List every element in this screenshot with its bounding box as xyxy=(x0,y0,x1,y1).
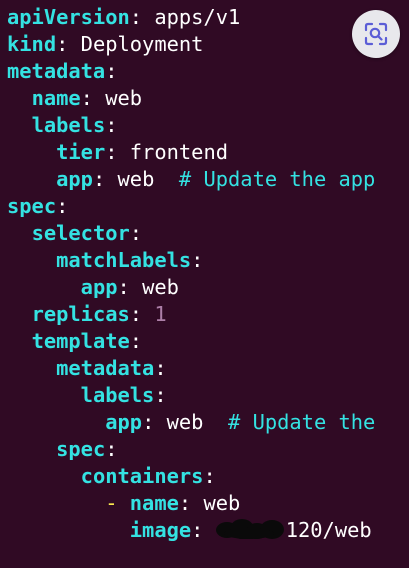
yaml-line: metadata: xyxy=(7,355,375,382)
yaml-number-value: 1 xyxy=(154,302,167,326)
yaml-value: web xyxy=(105,86,143,110)
lens-search-button[interactable] xyxy=(352,10,400,58)
yaml-indent xyxy=(7,248,56,272)
yaml-key: metadata xyxy=(56,356,155,380)
yaml-key: labels xyxy=(80,383,155,407)
yaml-separator: : xyxy=(105,437,118,461)
yaml-line: tier: frontend xyxy=(7,139,375,166)
yaml-line: name: web xyxy=(7,85,375,112)
yaml-line: labels: xyxy=(7,112,375,139)
yaml-line: metadata: xyxy=(7,58,375,85)
yaml-separator: : xyxy=(56,194,69,218)
yaml-indent xyxy=(7,410,105,434)
yaml-key: app xyxy=(105,410,143,434)
yaml-line: app: web xyxy=(7,274,375,301)
yaml-line: matchLabels: xyxy=(7,247,375,274)
yaml-value: frontend xyxy=(129,140,228,164)
yaml-indent xyxy=(7,140,56,164)
yaml-indent xyxy=(7,167,56,191)
redacted-registry-scribble xyxy=(215,519,286,541)
yaml-indent xyxy=(7,302,32,326)
yaml-value: 120/web xyxy=(285,518,372,542)
yaml-line: app: web # Update the xyxy=(7,409,375,436)
yaml-separator: : xyxy=(105,113,118,137)
yaml-indent xyxy=(7,518,130,542)
yaml-indent xyxy=(7,86,32,110)
yaml-value: web xyxy=(166,410,204,434)
yaml-indent xyxy=(7,275,81,299)
yaml-list-dash: - xyxy=(105,491,130,515)
yaml-key: spec xyxy=(7,194,57,218)
yaml-line: app: web # Update the app xyxy=(7,166,375,193)
yaml-indent xyxy=(7,113,32,137)
yaml-line: replicas: 1 xyxy=(7,301,375,328)
yaml-separator: : xyxy=(154,356,167,380)
yaml-separator: : xyxy=(80,86,106,110)
yaml-separator: : xyxy=(178,491,204,515)
yaml-line: labels: xyxy=(7,382,375,409)
yaml-line: selector: xyxy=(7,220,375,247)
yaml-separator: : xyxy=(92,167,118,191)
yaml-separator: : xyxy=(191,518,216,542)
yaml-key: name xyxy=(129,491,179,515)
yaml-value: apps/v1 xyxy=(154,5,241,29)
yaml-editor[interactable]: apiVersion: apps/v1 kind: Deployment metad… xyxy=(7,4,375,544)
yaml-comment: # Update the app xyxy=(154,167,376,191)
yaml-key: metadata xyxy=(7,59,106,83)
yaml-separator: : xyxy=(129,302,155,326)
yaml-key: tier xyxy=(56,140,106,164)
yaml-line: spec: xyxy=(7,193,375,220)
yaml-separator: : xyxy=(203,464,216,488)
yaml-key: app xyxy=(56,167,93,191)
yaml-separator: : xyxy=(56,32,81,56)
yaml-indent xyxy=(7,437,56,461)
yaml-comment: # Update the xyxy=(203,410,376,434)
yaml-indent xyxy=(7,329,32,353)
yaml-separator: : xyxy=(105,59,118,83)
yaml-separator: : xyxy=(191,248,204,272)
yaml-value: web xyxy=(142,275,179,299)
redaction-blot xyxy=(223,528,274,539)
yaml-key: spec xyxy=(56,437,106,461)
yaml-key: kind xyxy=(7,32,57,56)
yaml-value: web xyxy=(117,167,155,191)
yaml-indent xyxy=(7,356,56,380)
yaml-line: image: 120/web xyxy=(7,517,375,544)
yaml-separator: : xyxy=(142,410,167,434)
yaml-line: template: xyxy=(7,328,375,355)
yaml-line: apiVersion: apps/v1 xyxy=(7,4,375,31)
yaml-line: containers: xyxy=(7,463,375,490)
yaml-key: app xyxy=(80,275,118,299)
lens-search-icon xyxy=(364,22,388,46)
yaml-key: image xyxy=(129,518,192,542)
yaml-separator: : xyxy=(105,140,130,164)
yaml-separator: : xyxy=(154,383,167,407)
yaml-key: containers xyxy=(80,464,204,488)
yaml-line: - name: web xyxy=(7,490,375,517)
yaml-key: labels xyxy=(31,113,106,137)
yaml-key: matchLabels xyxy=(56,248,192,272)
yaml-indent xyxy=(7,221,32,245)
yaml-key: apiVersion xyxy=(7,5,130,29)
yaml-key: name xyxy=(31,86,81,110)
yaml-key: selector xyxy=(31,221,130,245)
yaml-line: spec: xyxy=(7,436,375,463)
yaml-indent xyxy=(7,491,105,515)
yaml-separator: : xyxy=(129,329,143,353)
yaml-line: kind: Deployment xyxy=(7,31,375,58)
yaml-value: web xyxy=(203,491,241,515)
yaml-indent xyxy=(7,383,81,407)
yaml-separator: : xyxy=(129,5,155,29)
yaml-value: Deployment xyxy=(80,32,204,56)
yaml-indent xyxy=(7,464,81,488)
yaml-key: replicas xyxy=(31,302,130,326)
yaml-key: template xyxy=(31,329,130,353)
yaml-separator: : xyxy=(129,221,143,245)
yaml-separator: : xyxy=(117,275,143,299)
